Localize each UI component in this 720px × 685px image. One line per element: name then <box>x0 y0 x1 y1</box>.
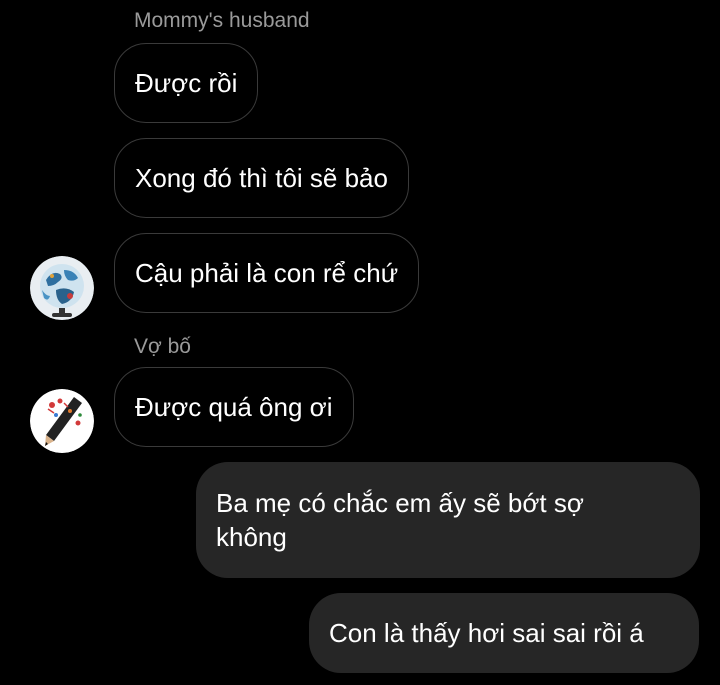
incoming-message-bubble[interactable]: Được rồi <box>114 43 259 123</box>
sender-name-label: Mommy's husband <box>134 9 310 32</box>
message-text: Được rồi <box>135 68 238 98</box>
message-text-line: Ba mẹ có chắc em ấy sẽ bớt sợ <box>216 488 584 518</box>
message-text: Được quá ông ơi <box>135 392 333 422</box>
message-text: Cậu phải là con rể chứ <box>135 258 399 288</box>
outgoing-message-bubble[interactable]: Con là thấy hơi sai sai rồi á <box>309 593 699 673</box>
message-text-line: không <box>216 522 287 552</box>
incoming-message-bubble[interactable]: Xong đó thì tôi sẽ bảo <box>114 138 409 218</box>
outgoing-message-bubble[interactable]: Ba mẹ có chắc em ấy sẽ bớt sợ không <box>196 462 700 578</box>
pencil-art-icon[interactable] <box>30 389 94 453</box>
incoming-message-bubble[interactable]: Được quá ông ơi <box>114 367 354 447</box>
globe-icon[interactable] <box>30 256 94 320</box>
message-text: Con là thấy hơi sai sai rồi á <box>329 618 644 648</box>
sender-name-label: Vợ bố <box>134 335 191 358</box>
incoming-message-bubble[interactable]: Cậu phải là con rể chứ <box>114 233 420 313</box>
message-text: Xong đó thì tôi sẽ bảo <box>135 163 388 193</box>
